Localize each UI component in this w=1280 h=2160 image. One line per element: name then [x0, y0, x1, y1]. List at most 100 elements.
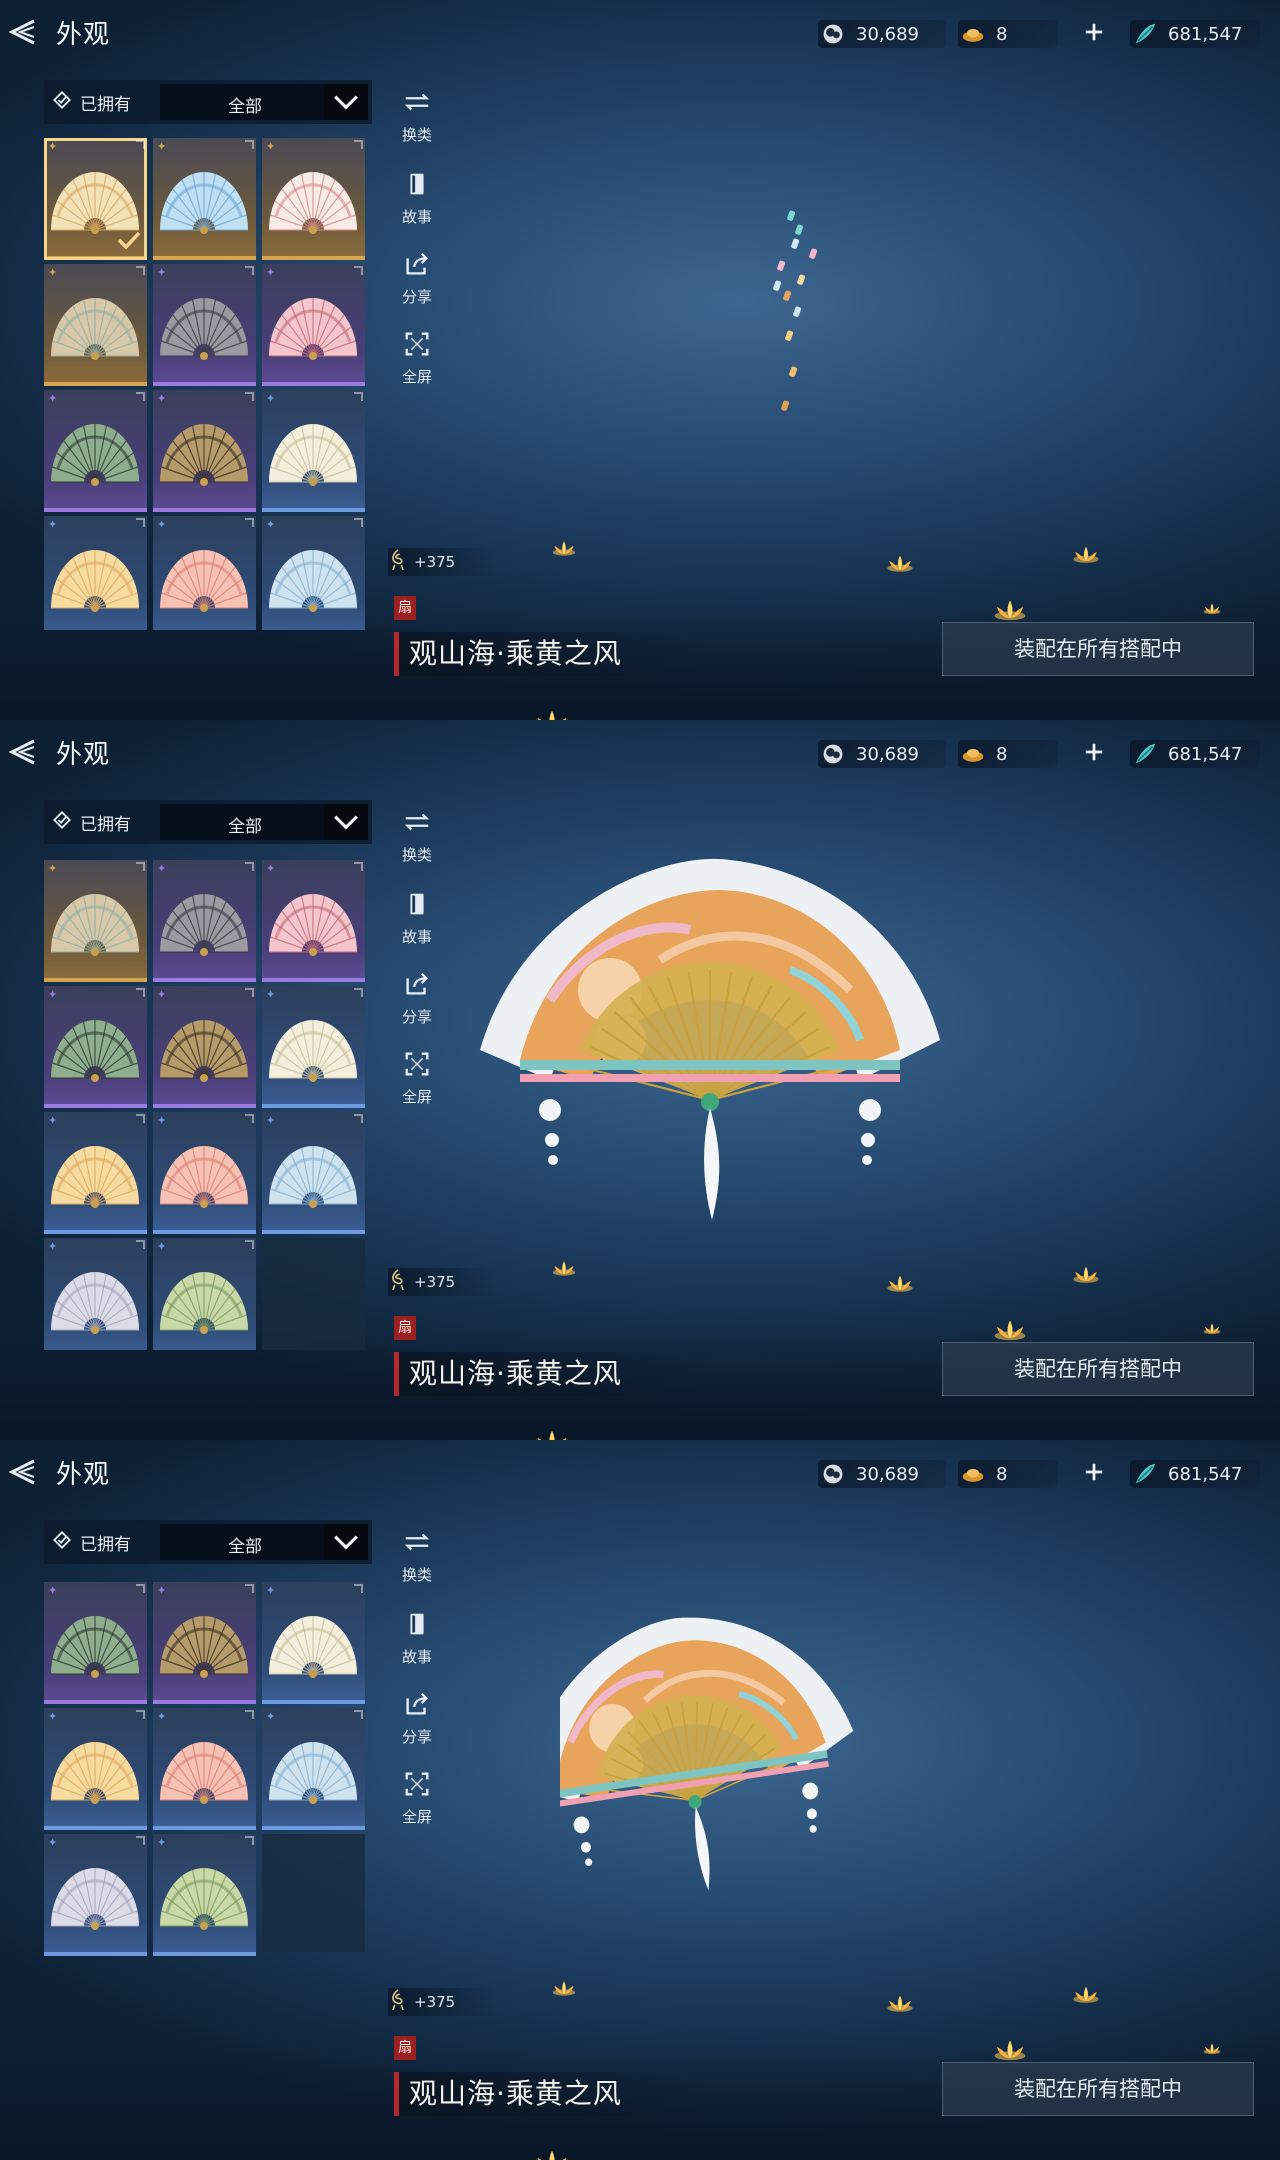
rarity-icon: ✦ [48, 392, 58, 405]
fan-item-card[interactable]: ✦ [44, 516, 147, 630]
fan-item-card[interactable]: ✦ [44, 1708, 147, 1830]
rarity-icon: ✦ [266, 518, 276, 531]
tool-swap-button[interactable]: 换类 [392, 802, 442, 874]
tool-swap-button[interactable]: 换类 [392, 1522, 442, 1594]
back-icon[interactable] [4, 1455, 42, 1489]
fan-item-card[interactable]: ✦ [153, 1238, 256, 1350]
add-currency-button[interactable] [1076, 20, 1112, 48]
fan-item-card[interactable]: ✦ [262, 986, 365, 1108]
share-icon [401, 968, 433, 1000]
equip-all-outfits-button[interactable]: 装配在所有搭配中 [942, 2062, 1254, 2116]
item-preview-fan[interactable] [525, 1560, 940, 1984]
equip-all-outfits-button[interactable]: 装配在所有搭配中 [942, 622, 1254, 676]
fan-item-card[interactable]: ✦ [262, 1582, 365, 1704]
fan-item-card[interactable]: ✦ [44, 264, 147, 386]
owned-filter-toggle[interactable]: 已拥有 [52, 80, 131, 124]
fan-item-card[interactable]: ✦ [153, 390, 256, 512]
card-corner-marker [136, 862, 145, 871]
add-currency-button[interactable] [1076, 740, 1112, 768]
tool-fullscreen-button[interactable]: 全屏 [392, 1764, 442, 1836]
share-icon [401, 248, 433, 280]
currency-value: 681,547 [1168, 23, 1243, 45]
fan-item-card[interactable]: ✦ [44, 1112, 147, 1234]
fan-item-card[interactable]: ✦ [153, 986, 256, 1108]
category-select[interactable]: 全部 [160, 1524, 368, 1560]
tool-label: 故事 [401, 928, 432, 946]
add-currency-button[interactable] [1076, 1460, 1112, 1488]
plus-icon [1083, 741, 1105, 767]
owned-filter-toggle[interactable]: 已拥有 [52, 800, 131, 844]
fan-item-card[interactable]: ✦ [262, 516, 365, 630]
item-grid[interactable]: ✦ ✦ ✦ ✦ [44, 858, 372, 1350]
fan-item-card[interactable]: ✦ [262, 264, 365, 386]
card-corner-marker [245, 1114, 254, 1123]
fan-item-card[interactable]: ✦ [262, 860, 365, 982]
rarity-icon: ✦ [266, 1584, 276, 1597]
owned-filter-toggle[interactable]: 已拥有 [52, 1520, 131, 1564]
tool-fullscreen-button[interactable]: 全屏 [392, 324, 442, 396]
tool-book-button[interactable]: 故事 [392, 1604, 442, 1676]
fan-item-card[interactable]: ✦ [153, 1834, 256, 1956]
tool-label: 换类 [401, 1566, 432, 1584]
fan-item-card[interactable]: ✦ [153, 1708, 256, 1830]
chevron-down-icon [324, 84, 368, 120]
item-preview-fan[interactable] [460, 850, 960, 1274]
fan-item-card[interactable]: ✦ [262, 390, 365, 512]
tool-label: 故事 [401, 208, 432, 226]
item-grid[interactable]: ✦ ✦ ✦ ✦ [44, 138, 372, 630]
fan-item-card[interactable]: ✦ [153, 138, 256, 260]
tool-share-button[interactable]: 分享 [392, 964, 442, 1036]
category-select-value: 全部 [228, 817, 262, 837]
tool-fullscreen-button[interactable]: 全屏 [392, 1044, 442, 1116]
tool-share-button[interactable]: 分享 [392, 1684, 442, 1756]
card-corner-marker [136, 1584, 145, 1593]
currency-jade-feather: 681,547 [1130, 740, 1260, 768]
category-select[interactable]: 全部 [160, 84, 368, 120]
card-corner-marker [136, 1710, 145, 1719]
filter-bar: 已拥有 全部 [44, 800, 372, 844]
silver-coin-icon [818, 1460, 848, 1488]
lotus-lamp-decoration [528, 706, 576, 720]
fan-item-card[interactable]: ✦ [262, 1112, 365, 1234]
equip-all-outfits-button[interactable]: 装配在所有搭配中 [942, 1342, 1254, 1396]
rarity-icon: ✦ [48, 1240, 58, 1253]
page-title: 外观 [56, 1460, 111, 1490]
tool-swap-button[interactable]: 换类 [392, 82, 442, 154]
fan-item-card[interactable]: ✦ [153, 1112, 256, 1234]
fan-item-card[interactable]: ✦ [44, 860, 147, 982]
item-name: 观山海·乘黄之风 [394, 2072, 709, 2116]
item-grid[interactable]: ✦ ✦ ✦ ✦ [44, 1578, 372, 2070]
back-icon[interactable] [4, 15, 42, 49]
tool-share-button[interactable]: 分享 [392, 244, 442, 316]
back-icon[interactable] [4, 735, 42, 769]
fan-item-card[interactable]: ✦ [44, 1238, 147, 1350]
silver-coin-icon [818, 740, 848, 768]
currency-jade-feather: 681,547 [1130, 1460, 1260, 1488]
tool-label: 换类 [401, 846, 432, 864]
fan-item-card[interactable]: ✦ [44, 1582, 147, 1704]
fan-item-card[interactable]: ✦ [44, 1834, 147, 1956]
fan-item-card[interactable]: ✦ [153, 1582, 256, 1704]
currency-gold-ingot: 8 [958, 1460, 1058, 1488]
fan-item-card[interactable]: ✦ [44, 390, 147, 512]
rarity-icon: ✦ [157, 1114, 167, 1127]
card-corner-marker [245, 392, 254, 401]
tool-book-button[interactable]: 故事 [392, 164, 442, 236]
fan-item-card[interactable]: ✦ [262, 138, 365, 260]
card-corner-marker [354, 266, 363, 275]
fan-item-card[interactable]: ✦ [153, 516, 256, 630]
plus-icon [1083, 1461, 1105, 1487]
card-corner-marker [136, 266, 145, 275]
fan-item-card[interactable]: ✦ [153, 860, 256, 982]
tool-book-button[interactable]: 故事 [392, 884, 442, 956]
category-select[interactable]: 全部 [160, 804, 368, 840]
lotus-lamp-decoration [548, 538, 580, 561]
fan-item-card[interactable]: ✦ [44, 138, 147, 260]
fan-item-card[interactable]: ✦ [153, 264, 256, 386]
fan-item-card[interactable]: ✦ [44, 986, 147, 1108]
jade-feather-icon [1130, 740, 1160, 768]
owned-filter-label: 已拥有 [80, 814, 131, 835]
tool-label: 全屏 [401, 1808, 432, 1826]
attribute-score: +375 [388, 548, 498, 576]
fan-item-card[interactable]: ✦ [262, 1708, 365, 1830]
